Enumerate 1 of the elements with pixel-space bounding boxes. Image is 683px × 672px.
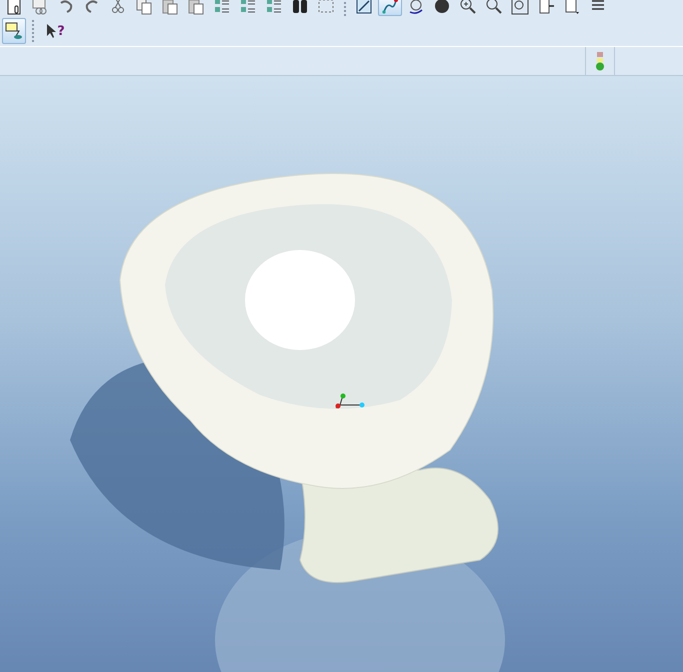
help-button[interactable]: ?	[40, 18, 70, 44]
